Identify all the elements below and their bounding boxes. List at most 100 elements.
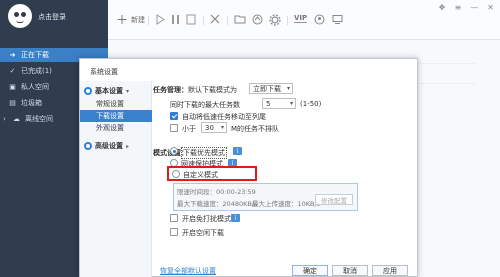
nav-group-basic[interactable]: 基本设置 ▾ xyxy=(84,86,129,96)
apply-button[interactable]: 应用 xyxy=(372,265,408,276)
open-folder-button[interactable] xyxy=(234,14,246,24)
menu-icon[interactable]: ≡ xyxy=(455,3,462,12)
chevron-right-icon[interactable]: › xyxy=(3,115,10,123)
folder-icon xyxy=(234,15,246,24)
nav-group-advanced[interactable]: 高级设置 ▸ xyxy=(84,141,129,151)
vip-button[interactable]: VIP xyxy=(294,14,308,23)
pause-button[interactable] xyxy=(171,14,180,25)
anti-disturb-checkbox[interactable] xyxy=(170,214,178,222)
delete-button[interactable] xyxy=(210,14,220,24)
minimize-icon[interactable]: — xyxy=(470,3,478,12)
max-upload-text: 最大上传速度：10KB/s xyxy=(252,200,321,208)
nav-item-label: 下载设置 xyxy=(96,112,124,120)
small-file-size-value: 30 xyxy=(205,123,214,132)
chevron-down-icon: ▾ xyxy=(220,124,224,131)
pause-icon xyxy=(172,15,179,24)
small-file-prefix: 小于 xyxy=(182,125,196,133)
max-tasks-label: 同时下载的最大任务数 xyxy=(170,101,240,109)
cancel-button[interactable]: 取消 xyxy=(332,265,368,276)
custom-mode-panel: 限速时间段：00:00-23:59 最大下载速度：20480KB/s 最大上传速… xyxy=(173,183,358,211)
avatar-mouth-icon xyxy=(16,20,24,23)
auto-move-checkbox[interactable] xyxy=(170,112,178,120)
avatar-eye-icon xyxy=(21,12,26,17)
dialog-title: 系统设置 xyxy=(90,68,118,76)
idle-download-label: 开启空闲下载 xyxy=(182,229,224,237)
chevron-down-icon: ▾ xyxy=(286,85,290,92)
check-circle-icon: ✓ xyxy=(9,67,16,75)
avatar[interactable] xyxy=(8,4,32,28)
mode-option-label: 自定义模式 xyxy=(183,171,218,179)
user-center-icon xyxy=(314,14,325,25)
task-section-label: 任务管理： xyxy=(153,86,188,94)
modify-config-button[interactable]: 修改配置 xyxy=(315,194,353,205)
download-mode-label: 默认下载模式为 xyxy=(188,86,237,94)
lock-icon: ▣ xyxy=(9,83,16,91)
info-badge-icon[interactable]: i xyxy=(231,214,240,222)
sidebar-item-label: 离线空间 xyxy=(25,115,53,123)
small-file-checkbox[interactable] xyxy=(170,124,178,132)
chevron-down-icon: ▾ xyxy=(289,100,293,107)
play-button[interactable] xyxy=(156,14,165,25)
cloud-icon: ☁ xyxy=(13,115,20,123)
window-controls: ❖ ≡ — ✕ xyxy=(438,3,494,12)
settings-button[interactable] xyxy=(269,14,281,26)
ok-button[interactable]: 确定 xyxy=(292,265,328,276)
restore-defaults-link[interactable]: 恢复全部默认设置 xyxy=(160,266,216,276)
avatar-eye-icon xyxy=(14,12,19,17)
stop-button[interactable] xyxy=(186,14,196,25)
toolbar-divider xyxy=(287,16,288,25)
trash-icon: ▤ xyxy=(9,99,16,107)
sidebar-item-label: 已完成(1) xyxy=(21,67,52,75)
new-task-label: 新建 xyxy=(131,16,146,24)
modify-config-label: 修改配置 xyxy=(321,196,347,205)
login-link[interactable]: 点击登录 xyxy=(38,12,66,22)
settings-circle-icon xyxy=(84,87,92,95)
toolbar-divider xyxy=(227,16,228,25)
toolbar-divider xyxy=(203,16,204,25)
nav-group-label: 高级设置 xyxy=(95,142,123,150)
gear-icon xyxy=(269,14,281,26)
sidebar-item-label: 垃圾箱 xyxy=(21,99,42,107)
small-file-size-select[interactable]: 30 ▾ xyxy=(201,122,227,133)
nav-item-appearance[interactable]: 外观设置 xyxy=(80,122,152,134)
auto-move-label: 自动将低速任务移动至列尾 xyxy=(182,113,266,121)
settings-circle-icon xyxy=(84,142,92,150)
small-file-suffix: M的任务不排队 xyxy=(231,125,280,133)
close-icon xyxy=(210,14,220,24)
idle-download-checkbox[interactable] xyxy=(170,228,178,236)
sidebar-item-label: 正在下载 xyxy=(21,51,49,59)
monitor-button[interactable] xyxy=(332,14,343,25)
toolbar-divider xyxy=(148,16,149,25)
plus-icon: ＋ xyxy=(116,13,129,27)
download-mode-value: 立即下载 xyxy=(253,84,281,93)
chevron-down-icon: ▾ xyxy=(126,87,130,95)
share-button[interactable] xyxy=(252,14,263,25)
nav-item-general[interactable]: 常规设置 xyxy=(80,98,152,110)
nav-group-label: 基本设置 xyxy=(95,87,123,95)
download-mode-select[interactable]: 立即下载 ▾ xyxy=(249,83,293,94)
max-download-text: 最大下载速度：20480KB/s xyxy=(177,200,258,208)
skin-icon[interactable]: ❖ xyxy=(438,3,445,12)
settings-nav: 基本设置 ▾ 常规设置 下载设置 外观设置 高级设置 ▸ xyxy=(80,81,152,277)
nav-item-label: 外观设置 xyxy=(96,124,124,132)
vip-badge: VIP xyxy=(294,14,308,23)
max-tasks-select[interactable]: 5 ▾ xyxy=(262,98,296,109)
anti-disturb-label: 开启免打扰模式 xyxy=(182,215,231,223)
play-icon xyxy=(156,14,165,25)
close-icon[interactable]: ✕ xyxy=(487,3,494,12)
sidebar-item-label: 私人空间 xyxy=(21,83,49,91)
user-center-button[interactable] xyxy=(314,14,325,25)
main-toolbar: ＋ 新建 VIP ❖ ≡ — ✕ xyxy=(108,0,500,40)
limit-time-text: 限速时间段：00:00-23:59 xyxy=(177,188,256,196)
mode-radio-custom[interactable] xyxy=(172,170,180,178)
max-tasks-value: 5 xyxy=(266,99,271,108)
mode-radio-download-first[interactable] xyxy=(170,147,178,155)
monitor-icon xyxy=(332,15,343,24)
new-task-button[interactable]: ＋ 新建 xyxy=(116,14,145,26)
info-badge-icon[interactable]: i xyxy=(233,147,242,155)
mode-option-label: 下载优先模式 xyxy=(181,147,227,159)
nav-item-download[interactable]: 下载设置 xyxy=(80,110,152,122)
share-icon xyxy=(252,14,263,25)
nav-item-label: 常规设置 xyxy=(96,100,124,108)
max-tasks-range: (1-50) xyxy=(300,100,322,108)
